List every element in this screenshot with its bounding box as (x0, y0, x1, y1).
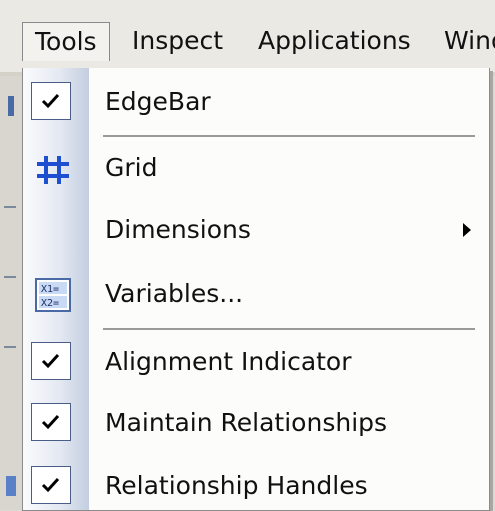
menu-applications[interactable]: Applications (258, 22, 411, 60)
background-mark (4, 346, 16, 348)
tools-dropdown-menu: EdgeBar Grid Dimensions X1= X2= Variable… (22, 68, 490, 511)
checkmark-icon (31, 342, 71, 380)
menu-separator (103, 328, 475, 330)
menu-item-label: Maintain Relationships (105, 408, 388, 437)
menu-tools[interactable]: Tools (22, 22, 110, 61)
menu-item-label: EdgeBar (105, 87, 211, 116)
menu-item-label: Dimensions (105, 215, 251, 244)
checkmark-icon (31, 82, 71, 120)
submenu-arrow-icon (463, 223, 471, 237)
menu-item-label: Alignment Indicator (105, 347, 352, 376)
menu-inspect[interactable]: Inspect (132, 22, 223, 60)
menu-item-grid[interactable]: Grid (23, 140, 489, 196)
menu-separator (103, 135, 475, 137)
menu-item-edgebar[interactable]: EdgeBar (23, 74, 489, 130)
background-mark (8, 96, 14, 116)
checkmark-icon (31, 403, 71, 441)
menu-bar: Tools Inspect Applications Wind (0, 0, 495, 72)
background-mark (6, 476, 16, 496)
menu-item-dimensions[interactable]: Dimensions (23, 202, 489, 258)
background-window-strip (0, 76, 22, 510)
menu-item-label: Variables... (105, 279, 244, 308)
background-mark (4, 276, 16, 278)
menu-item-label: Grid (105, 153, 158, 182)
menu-item-variables[interactable]: X1= X2= Variables... (23, 266, 489, 322)
menu-window[interactable]: Wind (444, 22, 495, 60)
svg-text:X1=: X1= (41, 284, 59, 295)
grid-icon (33, 150, 73, 188)
menu-item-alignment-indicator[interactable]: Alignment Indicator (23, 334, 489, 390)
background-mark (4, 206, 16, 208)
checkmark-icon (31, 466, 71, 504)
menu-item-relationship-handles[interactable]: Relationship Handles (23, 458, 489, 510)
variables-icon: X1= X2= (33, 276, 73, 314)
svg-text:X2=: X2= (41, 298, 59, 309)
menu-item-label: Relationship Handles (105, 471, 368, 500)
menu-item-maintain-relationships[interactable]: Maintain Relationships (23, 395, 489, 451)
